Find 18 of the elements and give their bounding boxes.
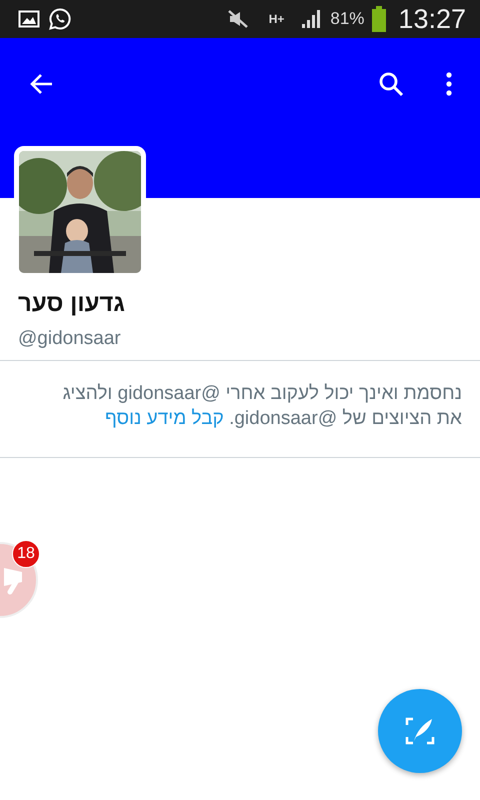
learn-more-link[interactable]: קבל מידע נוסף xyxy=(104,408,224,429)
notification-badge: 18 xyxy=(12,540,40,568)
profile-handle: @gidonsaar xyxy=(18,328,122,350)
back-arrow-icon xyxy=(28,72,54,96)
profile-name: גדעון סער xyxy=(18,290,126,318)
more-icon xyxy=(446,72,452,96)
network-type: H+ xyxy=(268,12,284,26)
whatsapp-icon xyxy=(48,7,72,31)
mute-icon xyxy=(226,9,249,29)
battery-icon xyxy=(372,6,386,32)
signal-icon xyxy=(300,9,322,29)
search-icon xyxy=(378,71,404,97)
quill-icon xyxy=(404,715,436,747)
battery-percent: 81% xyxy=(330,9,364,29)
clock: 13:27 xyxy=(398,4,466,34)
image-icon xyxy=(18,9,40,29)
blocked-notice: נחסמת ואינך יכול לעקוב אחרי @gidonsaar ולהציג את הציוצים של @gidonsaar. קבל מידע נוסף xyxy=(62,382,463,431)
compose-tweet-button[interactable] xyxy=(378,689,462,773)
